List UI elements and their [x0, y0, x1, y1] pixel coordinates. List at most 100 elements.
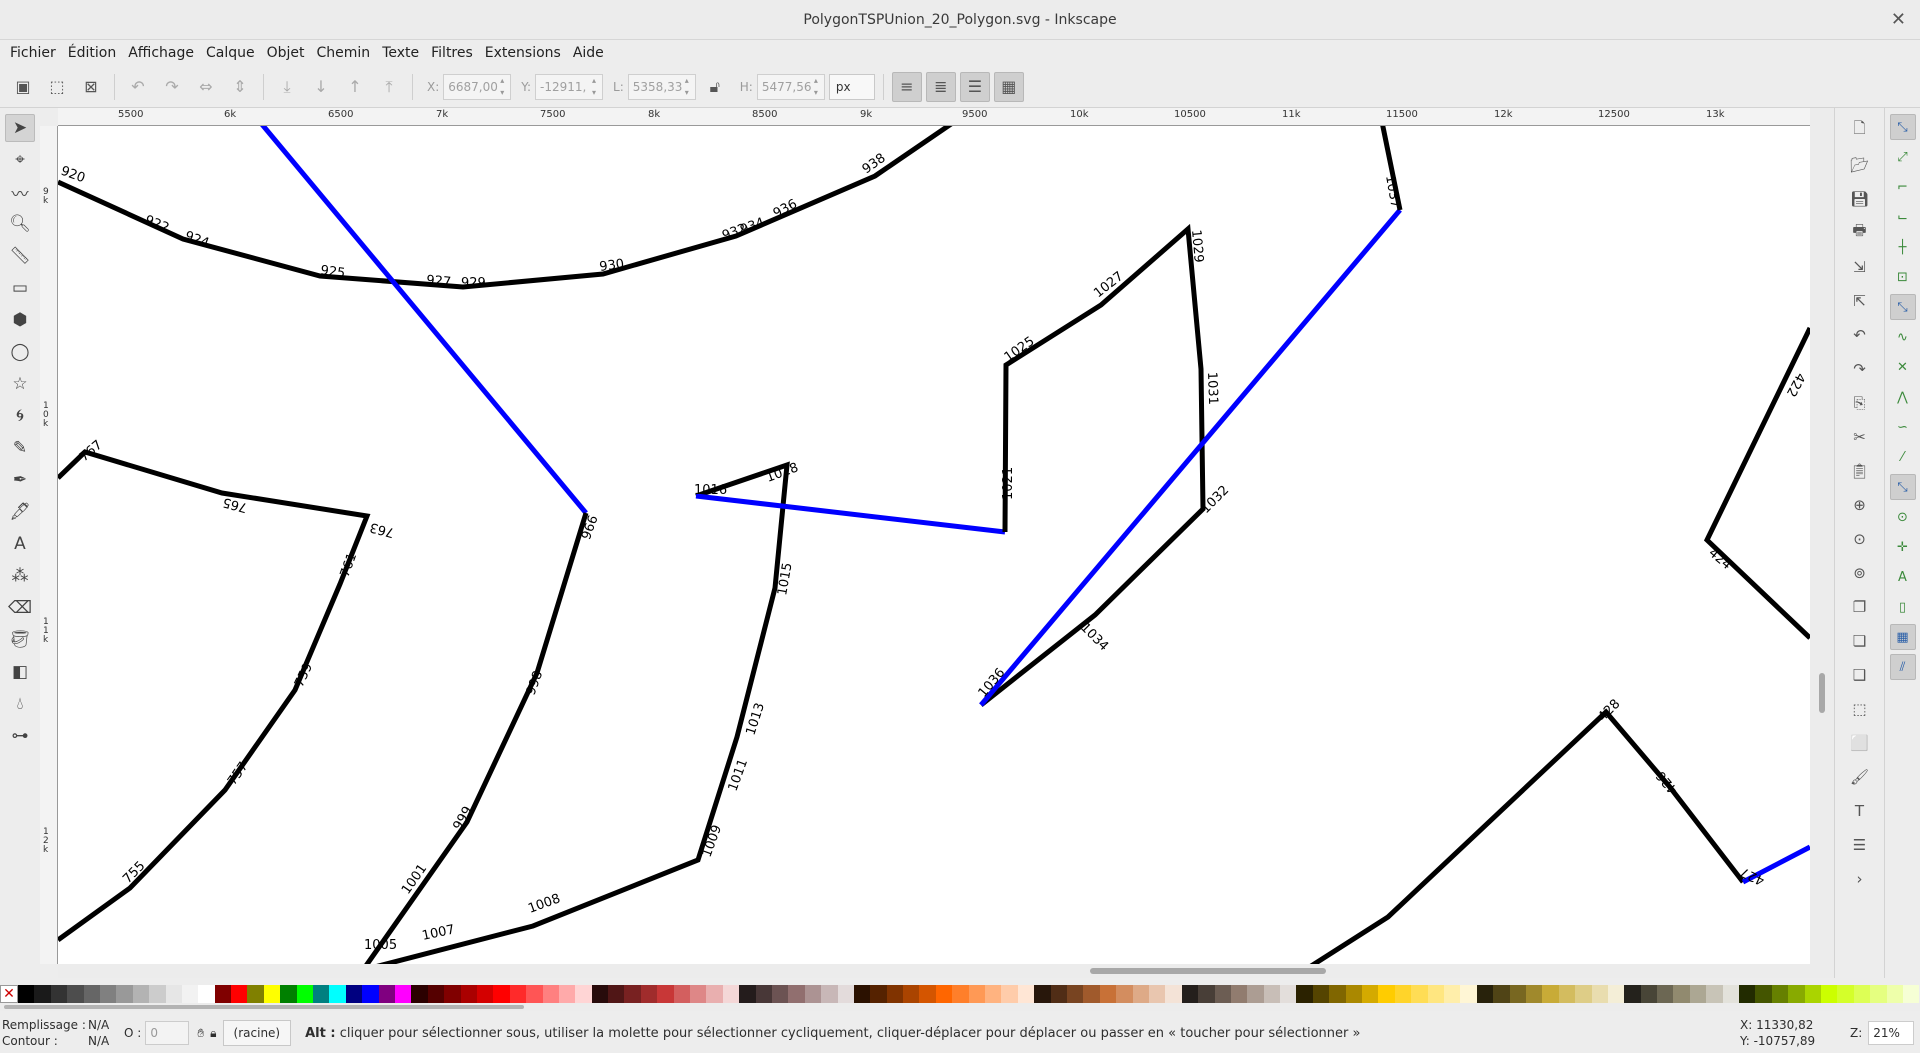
open-file-icon[interactable]: 📂︎ [1845, 150, 1875, 179]
snap-guide-icon[interactable]: ⫽ [1889, 654, 1916, 680]
color-swatch[interactable] [886, 985, 904, 1003]
ellipse-tool-icon[interactable]: ◯ [5, 338, 35, 366]
x-input[interactable]: 6687,00 [443, 73, 512, 100]
color-swatch[interactable] [1132, 985, 1149, 1003]
menu-affichage[interactable]: Affichage [122, 40, 200, 66]
cut-icon[interactable]: ✂ [1845, 422, 1875, 451]
flip-horizontal-icon[interactable]: ⇔ [191, 72, 221, 102]
layer-visibility-icon[interactable]: ✋︎ [197, 1026, 204, 1041]
lower-icon[interactable]: ↓ [306, 72, 336, 102]
color-swatch[interactable] [1378, 985, 1395, 1003]
import-icon[interactable]: ⇲ [1845, 252, 1875, 281]
color-swatch[interactable] [1329, 985, 1346, 1003]
snap-bbox-midpoint-icon[interactable]: ┼ [1890, 234, 1916, 260]
color-swatch[interactable] [1689, 985, 1707, 1003]
node-tool-icon[interactable]: ⌖ [5, 146, 35, 174]
color-swatch[interactable] [1247, 985, 1264, 1003]
color-swatch[interactable] [722, 985, 740, 1003]
group-icon[interactable]: ⬚ [1845, 694, 1875, 723]
raise-icon[interactable]: ↑ [340, 72, 370, 102]
paint-bucket-tool-icon[interactable]: 🪣︎ [5, 626, 35, 654]
color-swatch[interactable] [149, 985, 166, 1003]
color-swatch[interactable] [329, 985, 346, 1003]
transform-gradients-icon[interactable]: ☰ [959, 71, 990, 102]
gradient-tool-icon[interactable]: ◧ [5, 658, 35, 686]
color-swatch[interactable] [1427, 985, 1444, 1003]
color-swatch[interactable] [640, 985, 658, 1003]
vertical-scrollbar[interactable] [1810, 108, 1834, 978]
color-swatch[interactable] [968, 985, 986, 1003]
color-swatch[interactable] [509, 985, 527, 1003]
color-swatch[interactable] [1771, 985, 1789, 1003]
color-swatch[interactable] [1443, 985, 1461, 1003]
snap-path-icon[interactable]: ∿ [1890, 324, 1916, 350]
fill-stroke-indicator[interactable]: Remplissage : N/A Contour : N/A [0, 1017, 112, 1049]
color-swatch[interactable] [739, 985, 756, 1003]
color-swatch[interactable] [837, 985, 854, 1003]
color-swatch[interactable] [1460, 985, 1477, 1003]
color-swatch[interactable] [165, 985, 182, 1003]
color-swatch[interactable] [1722, 985, 1740, 1003]
menu-calque[interactable]: Calque [200, 40, 261, 66]
color-swatch[interactable] [1214, 985, 1231, 1003]
color-swatch[interactable] [788, 985, 805, 1003]
color-swatch[interactable] [1476, 985, 1494, 1003]
zoom-drawing-icon[interactable]: ⊙ [1845, 524, 1875, 553]
color-swatch[interactable] [1017, 985, 1035, 1003]
rectangle-tool-icon[interactable]: ▭ [5, 274, 35, 302]
color-swatch[interactable] [542, 985, 559, 1003]
color-swatch[interactable] [853, 985, 871, 1003]
color-swatch[interactable] [526, 985, 543, 1003]
snap-bbox-center-icon[interactable]: ⊡ [1890, 264, 1916, 290]
color-swatch[interactable] [1575, 985, 1592, 1003]
scale-corners-icon[interactable]: ≣ [925, 71, 956, 102]
color-swatch[interactable] [1067, 985, 1084, 1003]
rotate-cw-icon[interactable]: ↷ [157, 72, 187, 102]
color-swatch[interactable] [1820, 985, 1838, 1003]
color-swatch[interactable] [1870, 985, 1887, 1003]
redo-icon[interactable]: ↷ [1845, 354, 1875, 383]
color-swatch[interactable] [313, 985, 330, 1003]
menu-filtres[interactable]: Filtres [425, 40, 479, 66]
layer-select[interactable]: (racine) [222, 1020, 292, 1046]
zoom-input[interactable]: 21% [1868, 1021, 1915, 1045]
palette-scroll-thumb[interactable] [4, 1005, 524, 1009]
color-swatch[interactable] [1591, 985, 1608, 1003]
menu-objet[interactable]: Objet [261, 40, 311, 66]
menu-chemin[interactable]: Chemin [311, 40, 377, 66]
color-swatch[interactable] [214, 985, 232, 1003]
color-swatch[interactable] [657, 985, 674, 1003]
color-swatch[interactable] [1198, 985, 1215, 1003]
color-swatch[interactable] [1296, 985, 1313, 1003]
snap-bbox-edge-icon[interactable]: ⌐ [1890, 174, 1916, 200]
snap-enable-icon[interactable]: ⤡ [1889, 114, 1916, 140]
flip-vertical-icon[interactable]: ⇕ [225, 72, 255, 102]
new-document-icon[interactable]: 🗋︎ [1845, 116, 1875, 145]
ungroup-icon[interactable]: ⬜ [1845, 728, 1875, 757]
duplicate-icon[interactable]: ❐ [1845, 592, 1875, 621]
color-swatch[interactable] [1263, 985, 1281, 1003]
color-swatch[interactable] [985, 985, 1002, 1003]
color-swatch[interactable] [919, 985, 936, 1003]
transform-patterns-icon[interactable]: ▦ [993, 71, 1024, 102]
scale-stroke-icon[interactable]: ≡ [891, 71, 922, 102]
color-swatch[interactable] [575, 985, 592, 1003]
spray-tool-icon[interactable]: ⁂ [5, 562, 35, 590]
color-swatch[interactable] [83, 985, 100, 1003]
zoom-tool-icon[interactable]: 🔍︎ [5, 210, 35, 238]
palette-scrollbar[interactable] [0, 1003, 1920, 1011]
menu-edition[interactable]: Édition [62, 40, 122, 66]
color-swatch[interactable] [1853, 985, 1871, 1003]
color-swatch[interactable] [1280, 985, 1297, 1003]
color-swatch[interactable] [706, 985, 723, 1003]
color-swatch[interactable] [1493, 985, 1510, 1003]
copy-icon[interactable]: ⎘ [1845, 388, 1875, 417]
color-swatch[interactable] [280, 985, 297, 1003]
color-swatch[interactable] [1788, 985, 1805, 1003]
paste-icon[interactable]: 📋︎ [1845, 456, 1875, 485]
lock-icon[interactable]: 🔓︎ [700, 72, 730, 102]
color-swatch[interactable] [1886, 985, 1903, 1003]
color-swatch[interactable] [1083, 985, 1100, 1003]
measure-tool-icon[interactable]: 📏︎ [5, 242, 35, 270]
path-bottom-right[interactable] [1308, 708, 1745, 964]
